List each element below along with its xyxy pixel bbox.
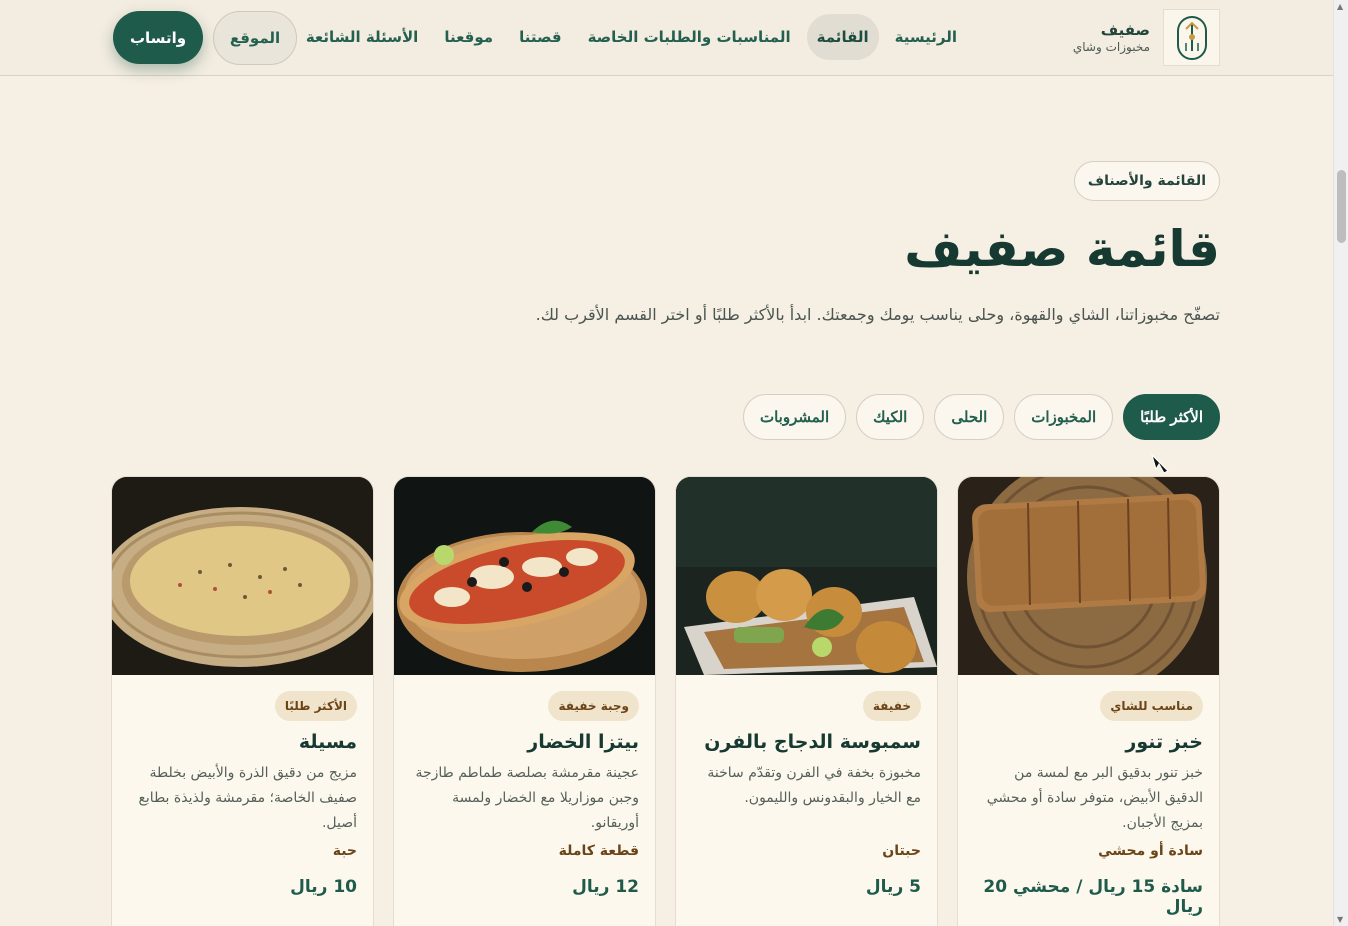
nav-item-location[interactable]: موقعنا (434, 14, 503, 60)
product-unit: حبة (332, 843, 357, 859)
masila-bread-image (112, 477, 373, 675)
product-badge: وجبة خفيفة (548, 691, 639, 721)
product-description: مزيج من دقيق الذرة والأبيض بخلطة صفيف ال… (138, 765, 357, 831)
page: صفيف مخبوزات وشاي الرئيسية القائمة المنا… (0, 0, 1333, 926)
filter-cakes[interactable]: الكيك (856, 394, 925, 440)
category-filters: الأكثر طلبًا المخبوزات الحلى الكيك المشر… (742, 394, 1220, 440)
brand-logo-icon (1163, 9, 1220, 66)
nav-item-home[interactable]: الرئيسية (885, 14, 967, 60)
product-badge: خفيفة (862, 691, 921, 721)
mouse-cursor-icon (1150, 453, 1169, 474)
baked-chicken-samosa-image (676, 477, 937, 675)
product-title: مسيلة (298, 731, 357, 753)
brand[interactable]: صفيف مخبوزات وشاي (1073, 9, 1220, 66)
product-title: خبز تنور (1125, 731, 1203, 753)
nav-item-faq[interactable]: الأسئلة الشائعة (296, 14, 429, 60)
scrollbar-thumb[interactable] (1337, 170, 1346, 243)
product-title: بيتزا الخضار (527, 731, 639, 753)
product-grid: مناسب للشاي خبز تنور خبز تنور بدقيق البر… (111, 476, 1220, 926)
product-title: سمبوسة الدجاج بالفرن (704, 731, 921, 753)
product-badge: الأكثر طلبًا (274, 691, 357, 721)
product-price: 10 ريال (290, 877, 357, 897)
product-badge: مناسب للشاي (1100, 691, 1203, 721)
product-description: خبز تنور بدقيق البر مع لمسة من الدقيق ال… (986, 765, 1203, 831)
main-nav: الرئيسية القائمة المناسبات والطلبات الخا… (296, 14, 967, 60)
page-title: قائمة صفيف (904, 220, 1220, 278)
product-unit: قطعة كاملة (558, 843, 639, 859)
brand-subtitle: مخبوزات وشاي (1072, 39, 1150, 54)
tannour-bread-image (958, 477, 1219, 675)
site-header: صفيف مخبوزات وشاي الرئيسية القائمة المنا… (0, 0, 1333, 76)
section-eyebrow: القائمة والأصناف (1073, 161, 1220, 201)
product-unit: حبتان (882, 843, 921, 859)
location-button[interactable]: الموقع (213, 11, 297, 65)
filter-bakery[interactable]: المخبوزات (1014, 394, 1114, 440)
product-description: عجينة مقرمشة بصلصة طماطم طازجة وجبن موزا… (415, 765, 639, 831)
scroll-down-icon[interactable]: ▼ (1337, 915, 1343, 924)
page-description: تصفّح مخبوزاتنا، الشاي والقهوة، وحلى ينا… (535, 305, 1220, 324)
scroll-up-icon[interactable]: ▲ (1337, 2, 1343, 11)
filter-sweets[interactable]: الحلى (934, 394, 1005, 440)
product-card[interactable]: الأكثر طلبًا مسيلة مزيج من دقيق الذرة وا… (111, 476, 374, 926)
product-unit: سادة أو محشي (1098, 843, 1203, 859)
filter-drinks[interactable]: المشروبات (742, 394, 847, 440)
nav-item-events[interactable]: المناسبات والطلبات الخاصة (578, 14, 801, 60)
nav-item-story[interactable]: قصتنا (509, 14, 571, 60)
product-price: 5 ريال (865, 877, 921, 897)
product-card[interactable]: خفيفة سمبوسة الدجاج بالفرن مخبوزة بخفة ف… (675, 476, 938, 926)
product-card[interactable]: وجبة خفيفة بيتزا الخضار عجينة مقرمشة بصل… (393, 476, 656, 926)
nav-item-menu[interactable]: القائمة (806, 14, 879, 60)
product-description: مخبوزة بخفة في الفرن وتقدّم ساخنة مع الخ… (707, 765, 921, 806)
whatsapp-button[interactable]: واتساب (113, 11, 203, 64)
product-price: سادة 15 ريال / محشي 20 ريال (983, 877, 1203, 917)
product-price: 12 ريال (572, 877, 639, 897)
page-scrollbar[interactable]: ▲ ▼ (1333, 0, 1348, 926)
vegetable-pizza-image (394, 477, 655, 675)
product-card[interactable]: مناسب للشاي خبز تنور خبز تنور بدقيق البر… (957, 476, 1220, 926)
filter-popular[interactable]: الأكثر طلبًا (1123, 394, 1220, 440)
brand-name: صفيف (1100, 20, 1150, 39)
